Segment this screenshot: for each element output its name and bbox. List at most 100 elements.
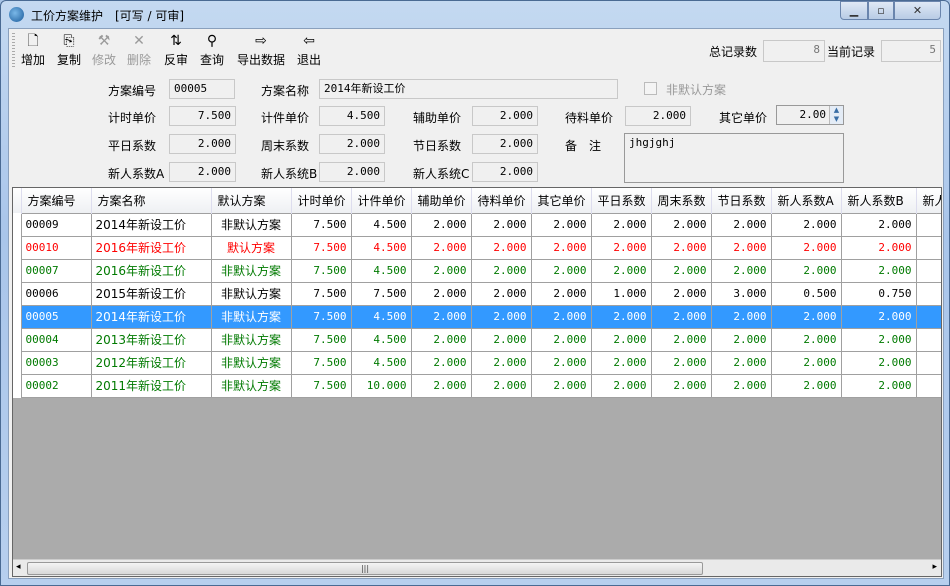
table-cell[interactable]: 2.000 [531, 351, 591, 374]
table-cell[interactable]: 2.000 [771, 236, 841, 259]
table-cell[interactable]: 非默认方案 [211, 328, 291, 351]
table-cell[interactable] [916, 305, 942, 328]
row-indicator[interactable] [13, 213, 21, 236]
name-field[interactable]: 2014年新设工价 [319, 79, 618, 99]
new-c-field[interactable]: 2.000 [472, 162, 538, 182]
table-cell[interactable]: 2.000 [411, 328, 471, 351]
column-header[interactable]: 计件单价 [351, 188, 411, 213]
code-field[interactable]: 00005 [169, 79, 235, 99]
table-cell[interactable]: 2011年新设工价 [91, 374, 211, 397]
table-cell[interactable]: 4.500 [351, 328, 411, 351]
table-cell[interactable]: 00007 [21, 259, 91, 282]
table-cell[interactable]: 4.500 [351, 259, 411, 282]
column-header[interactable]: 新人系数B [841, 188, 916, 213]
table-cell[interactable]: 2.000 [591, 351, 651, 374]
table-cell[interactable]: 7.500 [291, 213, 351, 236]
table-cell[interactable]: 2015年新设工价 [91, 282, 211, 305]
table-cell[interactable]: 2.000 [771, 259, 841, 282]
table-cell[interactable]: 0.500 [771, 282, 841, 305]
column-header[interactable]: 新人系数A [771, 188, 841, 213]
table-cell[interactable]: 2.000 [591, 328, 651, 351]
table-row[interactable]: 000042013年新设工价非默认方案7.5004.5002.0002.0002… [13, 328, 942, 351]
table-cell[interactable] [916, 328, 942, 351]
column-header[interactable]: 方案编号 [21, 188, 91, 213]
table-cell[interactable]: 2.000 [411, 374, 471, 397]
table-cell[interactable]: 3.000 [711, 282, 771, 305]
table-cell[interactable]: 7.500 [351, 282, 411, 305]
table-cell[interactable]: 2.000 [771, 351, 841, 374]
toolbar-button-3[interactable]: ✕删除 [127, 33, 151, 68]
row-indicator[interactable] [13, 236, 21, 259]
table-cell[interactable]: 2.000 [651, 305, 711, 328]
toolbar-button-1[interactable]: ⎘复制 [57, 33, 81, 68]
table-cell[interactable]: 00010 [21, 236, 91, 259]
table-cell[interactable]: 2.000 [471, 374, 531, 397]
table-cell[interactable]: 2.000 [471, 305, 531, 328]
row-indicator[interactable] [13, 351, 21, 374]
table-cell[interactable]: 2.000 [531, 305, 591, 328]
piece-field[interactable]: 4.500 [319, 106, 385, 126]
table-cell[interactable]: 2.000 [531, 236, 591, 259]
table-cell[interactable]: 2.000 [471, 236, 531, 259]
new-a-field[interactable]: 2.000 [169, 162, 236, 182]
toolbar-button-2[interactable]: ⚒修改 [92, 33, 116, 68]
table-cell[interactable]: 7.500 [291, 374, 351, 397]
column-header[interactable]: 新人 [916, 188, 942, 213]
close-button[interactable]: ✕ [894, 1, 941, 20]
table-cell[interactable]: 2.000 [651, 282, 711, 305]
table-cell[interactable] [916, 351, 942, 374]
table-cell[interactable]: 2014年新设工价 [91, 305, 211, 328]
table-cell[interactable]: 2.000 [591, 236, 651, 259]
column-header[interactable]: 平日系数 [591, 188, 651, 213]
column-header[interactable]: 其它单价 [531, 188, 591, 213]
table-cell[interactable]: 2.000 [711, 305, 771, 328]
column-header[interactable]: 方案名称 [91, 188, 211, 213]
table-cell[interactable]: 非默认方案 [211, 351, 291, 374]
row-indicator[interactable] [13, 328, 21, 351]
table-cell[interactable]: 非默认方案 [211, 282, 291, 305]
toolbar-button-5[interactable]: ⚲查询 [200, 33, 224, 68]
weekday-field[interactable]: 2.000 [169, 134, 236, 154]
column-header[interactable]: 周末系数 [651, 188, 711, 213]
table-cell[interactable]: 2.000 [471, 213, 531, 236]
table-cell[interactable]: 2.000 [771, 213, 841, 236]
new-b-field[interactable]: 2.000 [319, 162, 385, 182]
data-grid[interactable]: 方案编号方案名称默认方案计时单价计件单价辅助单价待料单价其它单价平日系数周末系数… [12, 187, 942, 577]
table-cell[interactable]: 2.000 [651, 328, 711, 351]
table-cell[interactable]: 00006 [21, 282, 91, 305]
table-cell[interactable]: 0.750 [841, 282, 916, 305]
table-cell[interactable]: 2.000 [471, 282, 531, 305]
column-header[interactable]: 辅助单价 [411, 188, 471, 213]
table-cell[interactable]: 2.000 [711, 328, 771, 351]
table-row[interactable]: 000022011年新设工价非默认方案7.50010.0002.0002.000… [13, 374, 942, 397]
table-cell[interactable]: 2.000 [841, 328, 916, 351]
table-cell[interactable]: 2.000 [531, 374, 591, 397]
table-cell[interactable]: 非默认方案 [211, 259, 291, 282]
table-cell[interactable]: 2.000 [411, 213, 471, 236]
table-cell[interactable]: 默认方案 [211, 236, 291, 259]
table-cell[interactable]: 2.000 [841, 236, 916, 259]
table-cell[interactable]: 2.000 [651, 351, 711, 374]
horizontal-scrollbar[interactable]: ◂ ||| ▸ [13, 559, 941, 576]
row-indicator[interactable] [13, 259, 21, 282]
table-cell[interactable]: 2.000 [591, 259, 651, 282]
table-cell[interactable]: 2.000 [841, 351, 916, 374]
table-cell[interactable]: 2.000 [841, 305, 916, 328]
table-cell[interactable]: 2.000 [531, 282, 591, 305]
table-cell[interactable]: 2.000 [711, 236, 771, 259]
minimize-button[interactable]: ▁ [840, 1, 868, 20]
table-cell[interactable]: 2.000 [711, 213, 771, 236]
table-cell[interactable]: 2.000 [471, 259, 531, 282]
scroll-right-icon[interactable]: ▸ [932, 562, 937, 572]
table-cell[interactable]: 2.000 [841, 374, 916, 397]
table-cell[interactable]: 2.000 [591, 213, 651, 236]
table-cell[interactable]: 4.500 [351, 236, 411, 259]
table-cell[interactable]: 2.000 [471, 328, 531, 351]
table-cell[interactable]: 非默认方案 [211, 213, 291, 236]
table-row[interactable]: 000102016年新设工价默认方案7.5004.5002.0002.0002.… [13, 236, 942, 259]
table-cell[interactable]: 非默认方案 [211, 374, 291, 397]
table-cell[interactable]: 2.000 [411, 282, 471, 305]
table-cell[interactable]: 4.500 [351, 351, 411, 374]
table-cell[interactable]: 2.000 [531, 328, 591, 351]
table-cell[interactable]: 2.000 [591, 305, 651, 328]
